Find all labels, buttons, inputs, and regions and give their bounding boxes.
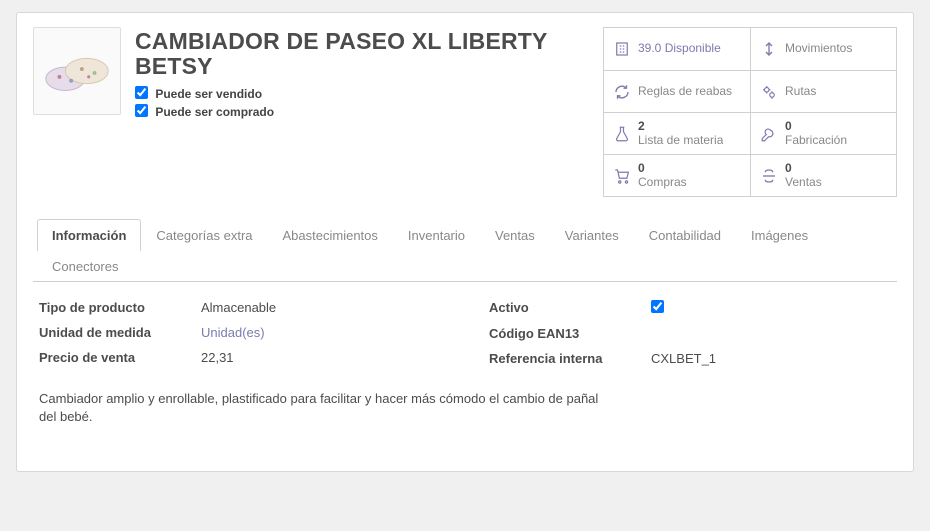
wrench-icon xyxy=(759,125,779,143)
strikethrough-icon xyxy=(759,167,779,185)
tab-variants[interactable]: Variantes xyxy=(550,219,634,251)
product-form-sheet: CAMBIADOR DE PASEO XL LIBERTY BETSY Pued… xyxy=(16,12,914,472)
building-icon xyxy=(612,40,632,58)
stat-bom-label: Lista de materia xyxy=(638,134,723,147)
value-product-type: Almacenable xyxy=(201,300,459,315)
tab-procurements[interactable]: Abastecimientos xyxy=(268,219,393,251)
title-block: CAMBIADOR DE PASEO XL LIBERTY BETSY Pued… xyxy=(135,27,595,122)
header-row: CAMBIADOR DE PASEO XL LIBERTY BETSY Pued… xyxy=(33,27,897,197)
can-be-sold-row: Puede ser vendido xyxy=(135,86,595,101)
flask-icon xyxy=(612,125,632,143)
stat-available-value: 39.0 xyxy=(638,42,661,55)
stat-sales-value: 0 xyxy=(785,162,822,175)
product-image[interactable] xyxy=(33,27,121,115)
cart-icon xyxy=(612,167,632,185)
stat-sales-label: Ventas xyxy=(785,176,822,189)
fields-right: Activo Código EAN13 Referencia interna C… xyxy=(489,300,891,366)
stat-reorder-label: Reglas de reabas xyxy=(638,85,732,98)
label-sale-price: Precio de venta xyxy=(39,350,191,365)
label-active: Activo xyxy=(489,300,641,316)
stat-purchases-label: Compras xyxy=(638,176,687,189)
fields-left: Tipo de producto Almacenable Unidad de m… xyxy=(39,300,459,366)
stat-available[interactable]: 39.0 Disponible xyxy=(604,28,750,70)
product-image-icon xyxy=(38,32,116,110)
cogs-icon xyxy=(759,83,779,101)
tab-information[interactable]: Información xyxy=(37,219,141,251)
can-be-purchased-checkbox[interactable] xyxy=(135,104,148,117)
tab-extra-categories[interactable]: Categorías extra xyxy=(141,219,267,251)
can-be-sold-label: Puede ser vendido xyxy=(155,87,262,101)
can-be-purchased-row: Puede ser comprado xyxy=(135,104,595,119)
can-be-sold-checkbox[interactable] xyxy=(135,86,148,99)
label-internal-ref: Referencia interna xyxy=(489,351,641,366)
stat-sales[interactable]: 0 Ventas xyxy=(750,154,896,196)
tab-sales[interactable]: Ventas xyxy=(480,219,550,251)
stat-manufacture-label: Fabricación xyxy=(785,134,847,147)
tab-images[interactable]: Imágenes xyxy=(736,219,823,251)
fields-row: Tipo de producto Almacenable Unidad de m… xyxy=(39,300,891,366)
stat-routes-label: Rutas xyxy=(785,85,816,98)
stat-purchases-value: 0 xyxy=(638,162,687,175)
value-active xyxy=(651,300,891,316)
value-uom[interactable]: Unidad(es) xyxy=(201,325,459,340)
tab-content-information: Tipo de producto Almacenable Unidad de m… xyxy=(33,282,897,426)
product-description: Cambiador amplio y enrollable, plastific… xyxy=(39,390,599,426)
label-uom: Unidad de medida xyxy=(39,325,191,340)
stat-movements-label: Movimientos xyxy=(785,42,852,55)
value-sale-price: 22,31 xyxy=(201,350,459,365)
value-ean13 xyxy=(651,326,891,341)
active-checkbox[interactable] xyxy=(651,300,664,313)
tabs: Información Categorías extra Abastecimie… xyxy=(33,219,897,282)
tab-connectors[interactable]: Conectores xyxy=(37,250,133,282)
tab-inventory[interactable]: Inventario xyxy=(393,219,480,251)
label-ean13: Código EAN13 xyxy=(489,326,641,341)
product-title: CAMBIADOR DE PASEO XL LIBERTY BETSY xyxy=(135,29,595,80)
stat-bom[interactable]: 2 Lista de materia xyxy=(604,112,750,154)
label-product-type: Tipo de producto xyxy=(39,300,191,315)
tab-accounting[interactable]: Contabilidad xyxy=(634,219,736,251)
stat-reorder-rules[interactable]: Reglas de reabas xyxy=(604,70,750,112)
stat-manufacture[interactable]: 0 Fabricación xyxy=(750,112,896,154)
stat-routes[interactable]: Rutas xyxy=(750,70,896,112)
stat-manufacture-value: 0 xyxy=(785,120,847,133)
arrows-vertical-icon xyxy=(759,40,779,58)
stat-buttons: 39.0 Disponible Movimientos Reglas de re… xyxy=(603,27,897,197)
stat-movements[interactable]: Movimientos xyxy=(750,28,896,70)
can-be-purchased-label: Puede ser comprado xyxy=(155,105,274,119)
refresh-icon xyxy=(612,83,632,101)
stat-purchases[interactable]: 0 Compras xyxy=(604,154,750,196)
stat-bom-value: 2 xyxy=(638,120,723,133)
value-internal-ref: CXLBET_1 xyxy=(651,351,891,366)
stat-available-label: Disponible xyxy=(665,42,721,55)
